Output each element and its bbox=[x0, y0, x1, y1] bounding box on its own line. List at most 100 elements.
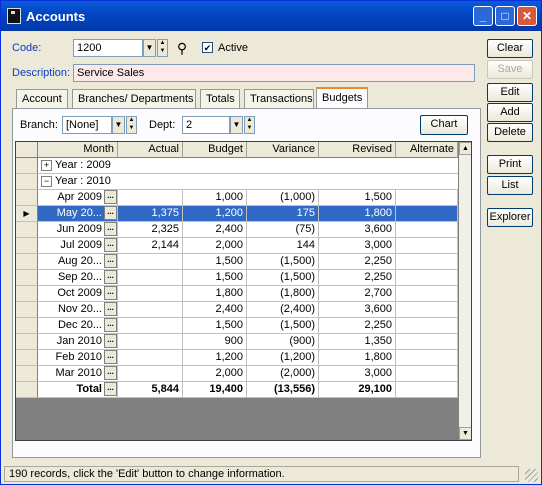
branch-dropdown-button[interactable]: ▼ bbox=[112, 116, 125, 134]
cell-actual[interactable] bbox=[118, 334, 183, 350]
cell-month[interactable]: Dec 20...... bbox=[38, 318, 118, 334]
cell-budget[interactable]: 2,000 bbox=[183, 238, 247, 254]
cell-variance[interactable]: (1,500) bbox=[247, 270, 319, 286]
cell-revised[interactable]: 2,700 bbox=[319, 286, 396, 302]
cell-variance[interactable]: (1,500) bbox=[247, 318, 319, 334]
cell-month[interactable]: Apr 2009... bbox=[38, 190, 118, 206]
cell-alternate[interactable] bbox=[396, 254, 458, 270]
dept-dropdown-button[interactable]: ▼ bbox=[230, 116, 243, 134]
minimize-button[interactable]: _ bbox=[473, 6, 493, 26]
cell-actual[interactable] bbox=[118, 350, 183, 366]
cell-alternate[interactable] bbox=[396, 302, 458, 318]
group-row-2010[interactable]: − Year : 2010 bbox=[16, 174, 458, 190]
row-indicator[interactable] bbox=[16, 318, 38, 334]
cell-variance[interactable]: (2,400) bbox=[247, 302, 319, 318]
cell-month[interactable]: Feb 2010... bbox=[38, 350, 118, 366]
cell-month[interactable]: Aug 20...... bbox=[38, 254, 118, 270]
cell-revised[interactable]: 1,500 bbox=[319, 190, 396, 206]
cell-month[interactable]: Mar 2010... bbox=[38, 366, 118, 382]
row-indicator[interactable] bbox=[16, 238, 38, 254]
chart-button[interactable]: Chart bbox=[420, 115, 468, 135]
cell-revised[interactable]: 2,250 bbox=[319, 318, 396, 334]
cell-variance[interactable]: (1,500) bbox=[247, 254, 319, 270]
month-picker-button[interactable]: ... bbox=[104, 238, 117, 253]
column-budget[interactable]: Budget bbox=[183, 142, 247, 158]
cell-variance[interactable]: 144 bbox=[247, 238, 319, 254]
clear-button[interactable]: Clear bbox=[487, 39, 533, 58]
add-button[interactable]: Add bbox=[487, 103, 533, 122]
expand-icon[interactable]: + bbox=[41, 159, 52, 171]
scroll-up-button[interactable]: ▲ bbox=[459, 142, 471, 155]
table-row[interactable]: Jul 2009... 2,144 2,000 144 3,000 bbox=[16, 238, 458, 254]
column-alternate[interactable]: Alternate bbox=[396, 142, 458, 158]
cell-budget[interactable]: 2,400 bbox=[183, 222, 247, 238]
column-variance[interactable]: Variance bbox=[247, 142, 319, 158]
month-picker-button[interactable]: ... bbox=[104, 302, 117, 317]
code-dropdown-button[interactable]: ▼ bbox=[143, 39, 156, 57]
cell-actual[interactable] bbox=[118, 318, 183, 334]
row-indicator[interactable] bbox=[16, 302, 38, 318]
table-row[interactable]: Apr 2009... 1,000 (1,000) 1,500 bbox=[16, 190, 458, 206]
cell-month[interactable]: Total... bbox=[38, 382, 118, 398]
column-revised[interactable]: Revised bbox=[319, 142, 396, 158]
print-button[interactable]: Print bbox=[487, 155, 533, 174]
table-row[interactable]: Jun 2009... 2,325 2,400 (75) 3,600 bbox=[16, 222, 458, 238]
cell-variance[interactable]: 175 bbox=[247, 206, 319, 222]
resize-grip[interactable] bbox=[525, 469, 538, 482]
dept-select[interactable]: 2 bbox=[182, 116, 230, 134]
cell-budget[interactable]: 2,400 bbox=[183, 302, 247, 318]
cell-variance[interactable]: (13,556) bbox=[247, 382, 319, 398]
title-bar[interactable]: Accounts _ □ ✕ bbox=[1, 1, 541, 31]
cell-alternate[interactable] bbox=[396, 382, 458, 398]
group-row-2009[interactable]: + Year : 2009 bbox=[16, 158, 458, 174]
cell-budget[interactable]: 900 bbox=[183, 334, 247, 350]
list-button[interactable]: List bbox=[487, 176, 533, 195]
cell-month[interactable]: May 20...... bbox=[38, 206, 118, 222]
vertical-scrollbar[interactable]: ▲ ▼ bbox=[459, 142, 471, 440]
cell-revised[interactable]: 3,000 bbox=[319, 238, 396, 254]
cell-alternate[interactable] bbox=[396, 270, 458, 286]
month-picker-button[interactable]: ... bbox=[104, 286, 117, 301]
table-row[interactable]: Dec 20...... 1,500 (1,500) 2,250 bbox=[16, 318, 458, 334]
cell-actual[interactable]: 1,375 bbox=[118, 206, 183, 222]
cell-budget[interactable]: 1,200 bbox=[183, 206, 247, 222]
total-row[interactable]: Total... 5,844 19,400 (13,556) 29,100 bbox=[16, 382, 458, 398]
cell-alternate[interactable] bbox=[396, 206, 458, 222]
cell-alternate[interactable] bbox=[396, 334, 458, 350]
row-indicator[interactable] bbox=[16, 286, 38, 302]
column-month[interactable]: Month bbox=[38, 142, 118, 158]
month-picker-button[interactable]: ... bbox=[104, 366, 117, 381]
cell-revised[interactable]: 2,250 bbox=[319, 254, 396, 270]
cell-actual[interactable] bbox=[118, 190, 183, 206]
cell-actual[interactable] bbox=[118, 286, 183, 302]
cell-alternate[interactable] bbox=[396, 238, 458, 254]
month-picker-button[interactable]: ... bbox=[104, 334, 117, 349]
cell-revised[interactable]: 1,800 bbox=[319, 206, 396, 222]
code-spinner[interactable]: ▲ ▼ bbox=[157, 39, 168, 57]
row-indicator[interactable] bbox=[16, 350, 38, 366]
cell-revised[interactable]: 1,800 bbox=[319, 350, 396, 366]
tab-branches-departments[interactable]: Branches/ Departments bbox=[72, 89, 196, 108]
month-picker-button[interactable]: ... bbox=[104, 222, 117, 237]
cell-alternate[interactable] bbox=[396, 286, 458, 302]
tab-account[interactable]: Account bbox=[16, 89, 68, 108]
cell-budget[interactable]: 1,500 bbox=[183, 318, 247, 334]
budget-grid[interactable]: Month Actual Budget Variance Revised Alt… bbox=[15, 141, 472, 441]
table-row[interactable]: Sep 20...... 1,500 (1,500) 2,250 bbox=[16, 270, 458, 286]
column-actual[interactable]: Actual bbox=[118, 142, 183, 158]
cell-actual[interactable]: 2,144 bbox=[118, 238, 183, 254]
table-row[interactable]: Aug 20...... 1,500 (1,500) 2,250 bbox=[16, 254, 458, 270]
dept-spinner[interactable]: ▲ ▼ bbox=[244, 116, 255, 134]
maximize-button[interactable]: □ bbox=[495, 6, 515, 26]
code-input[interactable]: 1200 bbox=[73, 39, 143, 57]
close-button[interactable]: ✕ bbox=[517, 6, 537, 26]
table-row[interactable]: Oct 2009... 1,800 (1,800) 2,700 bbox=[16, 286, 458, 302]
tab-totals[interactable]: Totals bbox=[200, 89, 240, 108]
month-picker-button[interactable]: ... bbox=[104, 318, 117, 333]
collapse-icon[interactable]: − bbox=[41, 175, 52, 187]
scroll-down-button[interactable]: ▼ bbox=[459, 427, 471, 440]
row-indicator[interactable] bbox=[16, 270, 38, 286]
cell-variance[interactable]: (2,000) bbox=[247, 366, 319, 382]
cell-budget[interactable]: 19,400 bbox=[183, 382, 247, 398]
cell-revised[interactable]: 2,250 bbox=[319, 270, 396, 286]
